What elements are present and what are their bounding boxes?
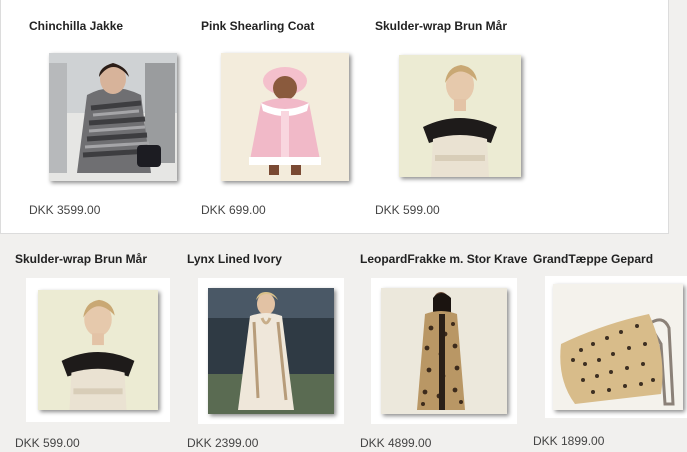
product-card-lynx-lined-ivory: Lynx Lined Ivory DKK 2399.00	[187, 252, 347, 452]
product-image-link[interactable]	[399, 55, 521, 177]
product-image-link[interactable]	[371, 278, 517, 424]
cheetah-throw-photo	[553, 284, 683, 410]
product-image-link[interactable]	[26, 278, 170, 422]
shoulder-wrap-photo	[38, 290, 158, 410]
product-name[interactable]: LeopardFrakke m. Stor Krave	[360, 252, 527, 266]
product-price: DKK 599.00	[15, 436, 80, 450]
featured-products-panel: Chinchilla Jakke DKK 3599.00 Pink Shearl…	[0, 0, 669, 234]
product-image-link[interactable]	[221, 53, 349, 181]
product-price: DKK 599.00	[375, 203, 440, 217]
product-card-grandtaeppe-gepard: GrandTæppe Gepard DKK 1899.00	[533, 252, 687, 452]
pink-coat-photo	[221, 53, 349, 181]
product-card-leopardfrakke: LeopardFrakke m. Stor Krave DKK 4899.00	[360, 252, 530, 452]
product-price: DKK 3599.00	[29, 203, 101, 217]
product-card-skulder-wrap-2: Skulder-wrap Brun Mår DKK 599.00	[15, 252, 175, 452]
product-name[interactable]: Skulder-wrap Brun Mår	[15, 252, 147, 266]
product-price: DKK 2399.00	[187, 436, 259, 450]
product-card-pink-shearling-coat: Pink Shearling Coat DKK 699.00	[201, 19, 361, 229]
product-name[interactable]: GrandTæppe Gepard	[533, 252, 653, 266]
ivory-coat-photo	[208, 288, 334, 414]
product-price: DKK 4899.00	[360, 436, 432, 450]
product-name[interactable]: Lynx Lined Ivory	[187, 252, 282, 266]
product-image-link[interactable]	[198, 278, 344, 424]
leopard-coat-photo	[381, 288, 507, 414]
product-price: DKK 1899.00	[533, 434, 605, 448]
product-card-skulder-wrap: Skulder-wrap Brun Mår DKK 599.00	[375, 19, 535, 229]
product-name[interactable]: Chinchilla Jakke	[29, 19, 123, 33]
chinchilla-coat-photo	[49, 53, 177, 181]
product-name[interactable]: Skulder-wrap Brun Mår	[375, 19, 507, 33]
product-image-link[interactable]	[49, 53, 177, 181]
shoulder-wrap-photo	[399, 55, 521, 177]
product-name[interactable]: Pink Shearling Coat	[201, 19, 314, 33]
product-image-link[interactable]	[545, 276, 687, 418]
product-price: DKK 699.00	[201, 203, 266, 217]
product-card-chinchilla-jakke: Chinchilla Jakke DKK 3599.00	[29, 19, 189, 229]
